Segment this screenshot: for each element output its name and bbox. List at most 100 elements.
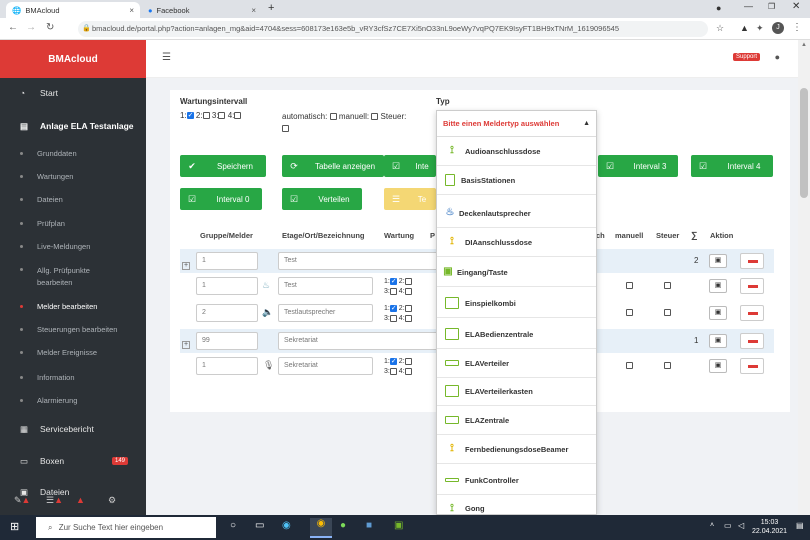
manuell-checkbox[interactable] (626, 362, 633, 369)
delete-row-button[interactable] (740, 358, 764, 374)
back-icon[interactable]: ← (8, 22, 18, 33)
save-row-icon[interactable]: ▣ (709, 279, 727, 293)
extension-icon[interactable]: ▲ (740, 23, 749, 33)
melder-number-input[interactable]: 1 (196, 277, 258, 295)
steuer-checkbox[interactable] (664, 309, 671, 316)
tray-up-icon[interactable]: ˄ (710, 522, 714, 529)
sidebar-item-pruefplan[interactable]: Prüfplan (0, 216, 146, 230)
option-diaanschlussdose[interactable]: ⟟ DIAanschlussdose (437, 228, 596, 257)
close-tab-icon[interactable]: × (129, 6, 134, 15)
manuell-checkbox[interactable] (626, 309, 633, 316)
window-close-icon[interactable]: ✕ (792, 1, 800, 12)
sidebar-item-alarmierung[interactable]: Alarmierung (0, 393, 146, 407)
sidebar-item-allg-pruefpunkte[interactable]: Allg. Prüfpunkte bearbeiten (0, 264, 146, 290)
melder-name-input[interactable]: Testlautsprecher (278, 304, 373, 322)
new-tab-button[interactable]: + (268, 2, 274, 14)
app-blue-icon[interactable]: ■ (366, 520, 372, 531)
melder-number-input[interactable]: 2 (196, 304, 258, 322)
test-button[interactable]: ☰ Te (384, 188, 436, 210)
delete-row-button[interactable] (740, 253, 764, 269)
group-name-input[interactable]: Sekretariat (278, 332, 438, 350)
support-button[interactable]: Support (732, 53, 760, 61)
sidebar-item-grunddaten[interactable]: Grunddaten (0, 146, 146, 160)
hamburger-menu-icon[interactable]: ☰ (162, 52, 171, 63)
tab-bmacloud[interactable]: 🌐 BMAcloud × (6, 2, 140, 18)
option-eingang-taste[interactable]: ▣ Eingang/Taste (437, 258, 596, 287)
melder-name-input[interactable]: Sekretariat (278, 357, 373, 375)
option-basisstationen[interactable]: BasisStationen (437, 166, 596, 195)
sidebar-item-servicebericht[interactable]: ▦ Servicebericht (0, 418, 146, 440)
notification-icon[interactable]: ▤ (796, 521, 804, 530)
sidebar-item-wartungen[interactable]: Wartungen (0, 169, 146, 183)
option-elaverteiler[interactable]: ELAVerteiler (437, 349, 596, 378)
save-row-icon[interactable]: ▣ (709, 359, 727, 373)
option-einspielkombi[interactable]: Einspielkombi (437, 289, 596, 318)
lock-icon[interactable]: 🔒 (82, 24, 91, 32)
sidebar-item-start[interactable]: ◔ Start (0, 82, 146, 104)
delete-row-button[interactable] (740, 278, 764, 294)
interval-3-button[interactable]: ☑ Interval 3 (598, 155, 678, 177)
group-number-input[interactable]: 99 (196, 332, 258, 350)
interval-1-button[interactable]: ☑ Inte (384, 155, 436, 177)
sidebar-item-melder-ereignisse[interactable]: Melder Ereignisse (0, 345, 146, 359)
app-edit-icon[interactable]: ▣ (394, 520, 403, 531)
brand-logo[interactable]: BMAcloud (0, 40, 146, 78)
manuell-checkbox[interactable] (626, 282, 633, 289)
close-tab-icon[interactable]: × (251, 6, 256, 15)
save-row-icon[interactable]: ▣ (709, 334, 727, 348)
list-alert-icon[interactable]: ☰▲ (46, 495, 63, 506)
sidebar-item-information[interactable]: Information (0, 370, 146, 384)
option-elabedienzentrale[interactable]: ELABedienzentrale (437, 320, 596, 349)
maximize-icon[interactable]: ❐ (768, 2, 775, 11)
melder-number-input[interactable]: 1 (196, 357, 258, 375)
option-audioanschlussdose[interactable]: ⟟ Audioanschlussdose (437, 137, 596, 166)
steuer-checkbox[interactable] (664, 362, 671, 369)
group-name-input[interactable]: Test (278, 252, 438, 270)
interval-4-button[interactable]: ☑ Interval 4 (691, 155, 773, 177)
volume-icon[interactable]: ◁ (738, 521, 744, 530)
wartung-2-checkbox[interactable] (202, 112, 210, 120)
taskbar-search[interactable]: ⌕ Zur Suche Text hier eingeben (36, 517, 216, 538)
group-number-input[interactable]: 1 (196, 252, 258, 270)
windows-start-icon[interactable]: ⊞ (10, 520, 19, 533)
media-icon[interactable]: ● (716, 3, 721, 13)
edit-alert-icon[interactable]: ✎▲ (14, 495, 30, 506)
settings-gear-icon[interactable]: ⚙ (108, 495, 116, 506)
scrollbar-thumb[interactable] (800, 88, 808, 198)
wartung-3-checkbox[interactable] (218, 112, 226, 120)
sidebar-item-steuerungen[interactable]: Steuerungen bearbeiten (0, 322, 146, 336)
delete-row-button[interactable] (740, 333, 764, 349)
save-row-icon[interactable]: ▣ (709, 254, 727, 268)
star-icon[interactable]: ☆ (716, 23, 724, 34)
clock[interactable]: 15:03 22.04.2021 (752, 518, 787, 536)
steuer-checkbox[interactable] (664, 282, 671, 289)
tabelle-anzeigen-button[interactable]: ⟳ Tabelle anzeigen (282, 155, 384, 177)
save-row-icon[interactable]: ▣ (709, 306, 727, 320)
wartung-1-checkbox[interactable] (186, 111, 194, 120)
puzzle-icon[interactable]: ✦ (756, 23, 764, 34)
warning-icon[interactable]: ▲ (76, 495, 85, 505)
cortana-icon[interactable]: ○ (230, 520, 236, 531)
expand-icon[interactable]: + (182, 341, 190, 349)
sidebar-item-dateien[interactable]: Dateien (0, 192, 146, 206)
option-funkcontroller[interactable]: FunkController (437, 466, 596, 495)
sidebar-item-live-meldungen[interactable]: Live-Meldungen (0, 239, 146, 253)
app-green-icon[interactable]: ● (340, 520, 346, 531)
sidebar-item-boxen[interactable]: ▭ Boxen 149 (0, 450, 146, 472)
menu-dots-icon[interactable]: ⋮ (792, 22, 802, 33)
expand-icon[interactable]: + (182, 262, 190, 270)
melder-name-input[interactable]: Test (278, 277, 373, 295)
url-field[interactable]: bmacloud.de/portal.php?action=anlagen_mg… (78, 21, 708, 37)
network-icon[interactable]: ▭ (724, 521, 732, 530)
delete-row-button[interactable] (740, 305, 764, 321)
automatisch-checkbox[interactable] (329, 113, 337, 121)
option-gong[interactable]: ⟟ Gong (437, 494, 596, 514)
sidebar-item-anlage[interactable]: ▤ Anlage ELA Testanlage (0, 113, 146, 139)
chrome-icon[interactable]: ◉ (310, 518, 332, 538)
option-deckenlautsprecher[interactable]: ♨ Deckenlautsprecher (437, 199, 596, 228)
option-fernbedienungsdosebeamer[interactable]: ⟟ FernbedienungsdoseBeamer (437, 435, 596, 464)
tab-facebook[interactable]: ● Facebook × (142, 2, 262, 18)
manuell-checkbox[interactable] (371, 113, 379, 121)
option-elaverteilerkasten[interactable]: ELAVerteilerkasten (437, 377, 596, 406)
verteilen-button[interactable]: ☑ Verteilen (282, 188, 362, 210)
